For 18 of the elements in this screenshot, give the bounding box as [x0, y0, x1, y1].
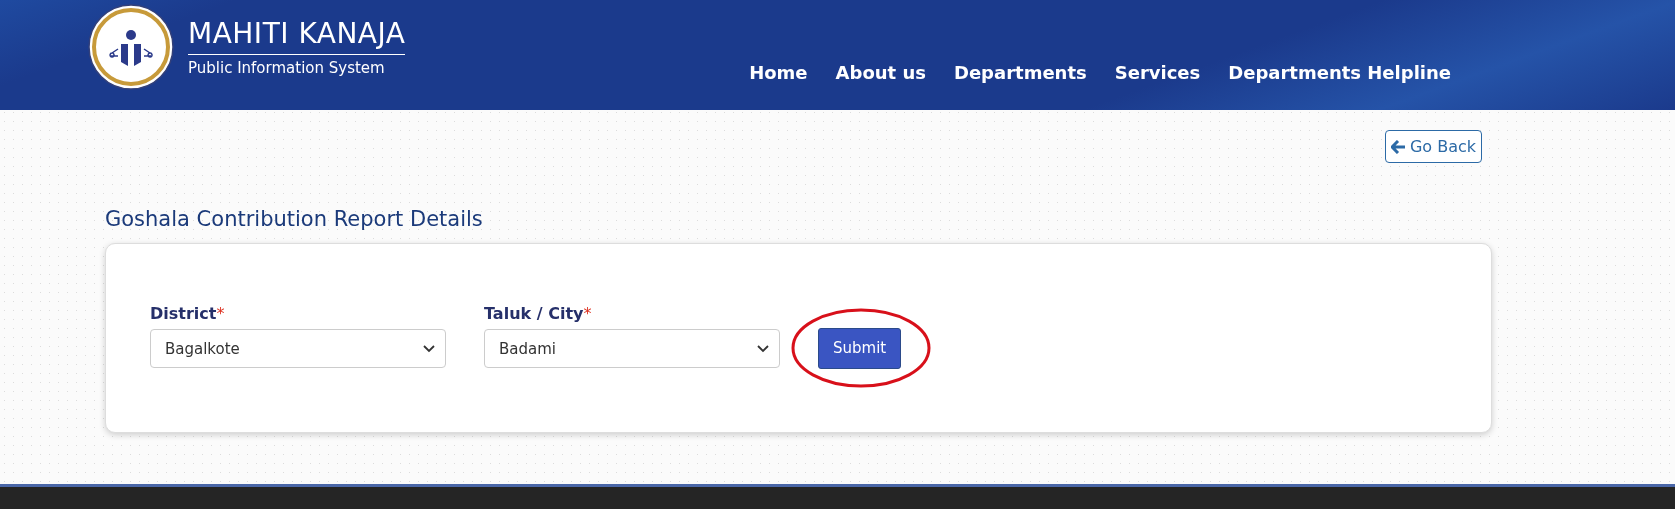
nav-link[interactable]: Departments Helpline	[1214, 62, 1465, 83]
arrow-left-icon	[1390, 139, 1406, 154]
chevron-down-icon	[757, 344, 769, 353]
logo-icon	[88, 4, 174, 90]
site-subtitle: Public Information System	[188, 58, 386, 77]
field-label: District*	[150, 304, 226, 323]
submit-button[interactable]: Submit	[818, 327, 902, 369]
nav-link[interactable]: Services	[1100, 62, 1215, 83]
page-title: Goshala Contribution Report Details	[105, 207, 484, 231]
site-title: MAHITI KANAJA	[188, 17, 406, 55]
dropdown-field[interactable]: Badami	[484, 329, 780, 368]
chevron-down-icon	[423, 344, 435, 353]
dropdown-field[interactable]: Bagalkote	[150, 329, 446, 368]
nav-link[interactable]: Home	[735, 62, 822, 83]
nav-link[interactable]: About us	[821, 62, 940, 83]
go-back-button[interactable]: Go Back	[1384, 130, 1482, 163]
nav-link[interactable]: Departments	[939, 62, 1101, 83]
field-label: Taluk / City*	[484, 304, 593, 323]
